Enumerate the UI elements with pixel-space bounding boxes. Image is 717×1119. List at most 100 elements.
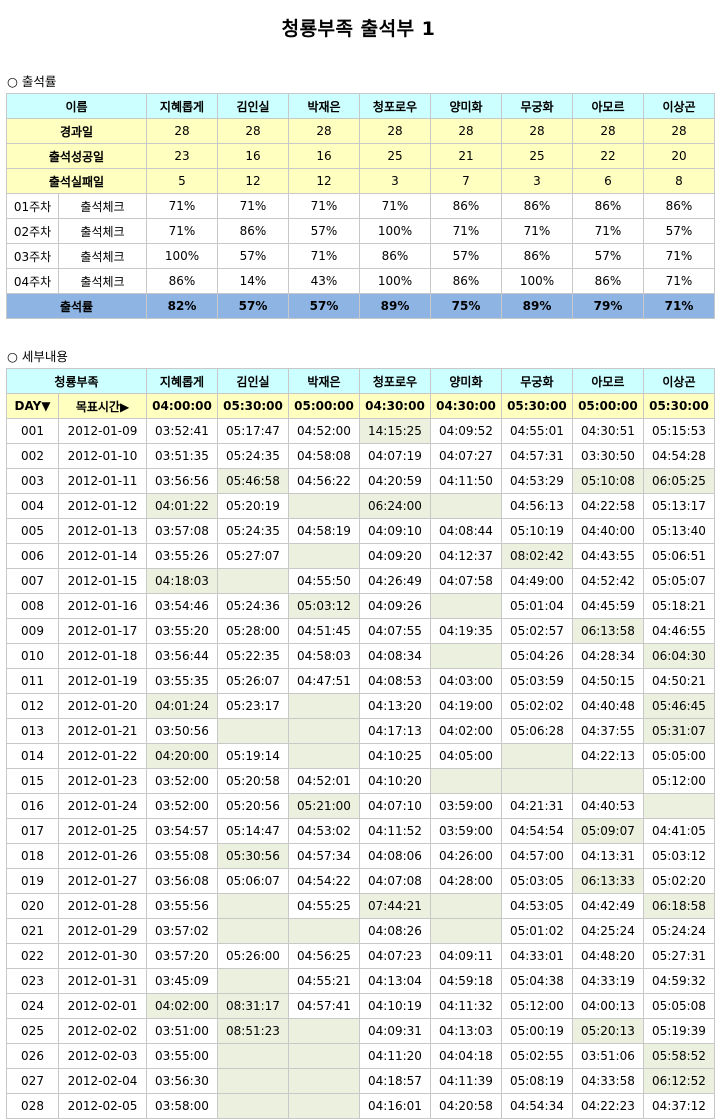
check-time: 04:21:31 bbox=[500, 793, 573, 819]
check-time: 03:56:56 bbox=[146, 468, 218, 494]
member-name: 청포로우 bbox=[358, 368, 431, 394]
check-time: 04:45:59 bbox=[571, 593, 644, 619]
check-time: 04:22:23 bbox=[571, 1093, 644, 1119]
check-time: 04:02:00 bbox=[429, 718, 502, 744]
check-time: 03:56:08 bbox=[146, 868, 218, 894]
table-row: 008 2012-01-16 03:54:46 05:24:36 05:03:12 04:… bbox=[6, 593, 716, 619]
check-time: 05:02:55 bbox=[500, 1043, 573, 1069]
check-time: 05:10:19 bbox=[500, 518, 573, 544]
check-time: 04:56:13 bbox=[500, 493, 573, 519]
table-row: 026 2012-02-03 03:55:00 04:11:20 04:04:18 05:… bbox=[6, 1043, 716, 1069]
day-number: 024 bbox=[6, 993, 59, 1019]
check-time bbox=[429, 768, 502, 794]
check-time: 14:15:25 bbox=[358, 418, 431, 444]
week-rate: 100% bbox=[501, 268, 573, 294]
week-rate: 57% bbox=[572, 243, 644, 269]
check-time bbox=[287, 1043, 360, 1069]
check-time bbox=[217, 718, 289, 744]
week-rate: 57% bbox=[643, 218, 715, 244]
check-time bbox=[500, 743, 573, 769]
check-time: 05:27:07 bbox=[217, 543, 289, 569]
check-time bbox=[500, 768, 573, 794]
check-time bbox=[287, 543, 360, 569]
check-time: 04:59:32 bbox=[642, 968, 716, 994]
name-header: 이름 bbox=[6, 93, 147, 119]
table-row: 016 2012-01-24 03:52:00 05:20:56 05:21:00 04:… bbox=[6, 793, 716, 819]
check-time: 06:05:25 bbox=[642, 468, 716, 494]
member-name: 지혜롭게 bbox=[146, 93, 218, 119]
date-cell: 2012-01-28 bbox=[57, 893, 148, 919]
check-time: 04:28:00 bbox=[429, 868, 502, 894]
check-time: 03:55:20 bbox=[146, 618, 218, 644]
attendance-rate: 89% bbox=[501, 293, 573, 319]
check-time: 03:54:46 bbox=[146, 593, 218, 619]
member-name: 무궁화 bbox=[501, 93, 573, 119]
check-time: 06:24:00 bbox=[358, 493, 431, 519]
check-time: 04:54:54 bbox=[500, 818, 573, 844]
day-label: DAY▼ bbox=[6, 393, 59, 419]
check-time: 05:03:59 bbox=[500, 668, 573, 694]
check-time: 04:26:00 bbox=[429, 843, 502, 869]
week-rate: 100% bbox=[359, 268, 431, 294]
summary-row: 경과일 28 28 28 28 28 28 28 28 bbox=[6, 118, 715, 144]
date-cell: 2012-01-23 bbox=[57, 768, 148, 794]
check-time bbox=[642, 793, 716, 819]
check-time: 04:30:51 bbox=[571, 418, 644, 444]
check-time: 03:57:02 bbox=[146, 918, 218, 944]
check-time: 04:00:13 bbox=[571, 993, 644, 1019]
check-time: 04:07:23 bbox=[358, 943, 431, 969]
check-time: 04:13:31 bbox=[571, 843, 644, 869]
check-time: 04:41:05 bbox=[642, 818, 716, 844]
check-time bbox=[429, 593, 502, 619]
check-time: 05:02:57 bbox=[500, 618, 573, 644]
check-time: 04:40:53 bbox=[571, 793, 644, 819]
check-time: 04:17:13 bbox=[358, 718, 431, 744]
check-time: 03:59:00 bbox=[429, 793, 502, 819]
check-time: 04:37:55 bbox=[571, 718, 644, 744]
check-time: 04:57:41 bbox=[287, 993, 360, 1019]
check-time bbox=[217, 918, 289, 944]
week-rate: 71% bbox=[643, 268, 715, 294]
summary-row: 출석성공일 23 16 16 25 21 25 22 20 bbox=[6, 143, 715, 169]
check-time: 04:07:19 bbox=[358, 443, 431, 469]
week-check-label: 출석체크 bbox=[58, 243, 147, 269]
check-time: 04:47:51 bbox=[287, 668, 360, 694]
week-check-label: 출석체크 bbox=[58, 218, 147, 244]
check-time: 05:03:12 bbox=[287, 593, 360, 619]
check-time: 04:20:00 bbox=[146, 743, 218, 769]
member-name: 박재은 bbox=[287, 368, 360, 394]
attendance-detail-table: 청룡부족 지혜롭게 김인실 박재은 청포로우 양미화 무궁화 아모르 이상곤 DAY▼ 목표시간▶ 0… bbox=[5, 368, 716, 1119]
summary-value: 16 bbox=[217, 143, 289, 169]
check-time: 04:08:34 bbox=[358, 643, 431, 669]
summary-value: 20 bbox=[643, 143, 715, 169]
target-time: 05:30:00 bbox=[217, 393, 289, 419]
week-rate: 71% bbox=[288, 193, 360, 219]
week-rate: 86% bbox=[430, 193, 502, 219]
check-time: 04:05:00 bbox=[429, 743, 502, 769]
check-time: 05:58:52 bbox=[642, 1043, 716, 1069]
check-time: 06:13:33 bbox=[571, 868, 644, 894]
week-rate: 57% bbox=[217, 243, 289, 269]
attendance-rate: 71% bbox=[643, 293, 715, 319]
check-time: 05:20:13 bbox=[571, 1018, 644, 1044]
check-time: 05:06:51 bbox=[642, 543, 716, 569]
table-row: 009 2012-01-17 03:55:20 05:28:00 04:51:45 04:… bbox=[6, 618, 716, 644]
day-number: 020 bbox=[6, 893, 59, 919]
check-time: 05:00:19 bbox=[500, 1018, 573, 1044]
target-time: 04:30:00 bbox=[429, 393, 502, 419]
check-time: 05:12:00 bbox=[642, 768, 716, 794]
target-time: 05:30:00 bbox=[642, 393, 716, 419]
day-number: 012 bbox=[6, 693, 59, 719]
rate-row: 출석률 82% 57% 57% 89% 75% 89% 79% 71% bbox=[6, 293, 715, 319]
check-time: 03:55:00 bbox=[146, 1043, 218, 1069]
date-cell: 2012-01-21 bbox=[57, 718, 148, 744]
check-time: 05:20:58 bbox=[217, 768, 289, 794]
check-time: 05:13:17 bbox=[642, 493, 716, 519]
check-time: 04:03:00 bbox=[429, 668, 502, 694]
table-row: 012 2012-01-20 04:01:24 05:23:17 04:13:20 04:… bbox=[6, 693, 716, 719]
check-time: 04:09:10 bbox=[358, 518, 431, 544]
check-time: 04:02:00 bbox=[146, 993, 218, 1019]
check-time bbox=[429, 493, 502, 519]
attendance-rate: 75% bbox=[430, 293, 502, 319]
check-time: 05:18:21 bbox=[642, 593, 716, 619]
